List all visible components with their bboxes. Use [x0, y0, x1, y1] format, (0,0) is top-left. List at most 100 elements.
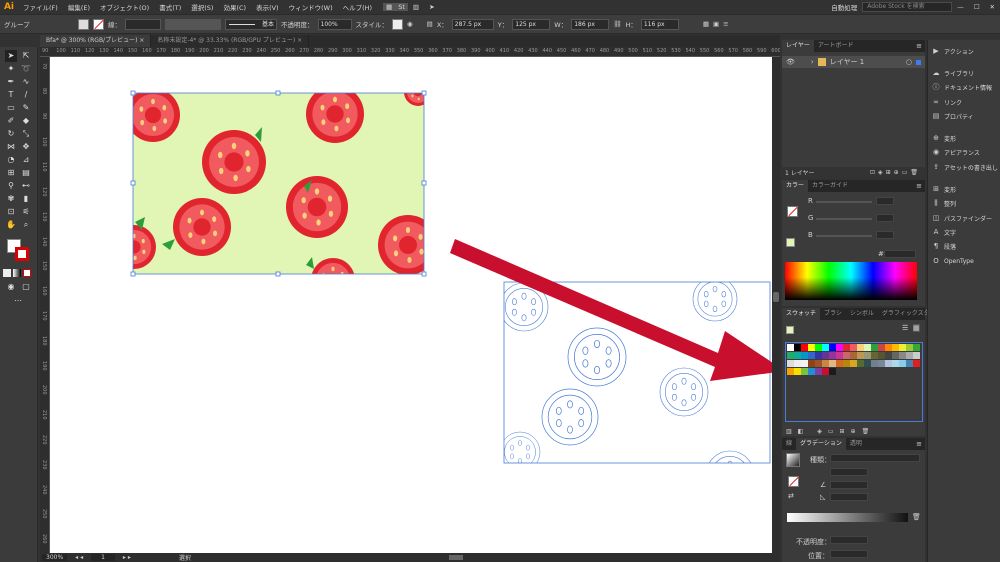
- paintbrush-icon[interactable]: ✎: [20, 102, 32, 114]
- swatch-cell[interactable]: [906, 360, 913, 367]
- width-tool-icon[interactable]: ⋈: [5, 141, 17, 153]
- tab-document-1[interactable]: Bfa* @ 300% (RGB/プレビュー) ×: [40, 35, 152, 47]
- swatch-cell[interactable]: [822, 344, 829, 351]
- tab-artboards[interactable]: アートボード: [814, 40, 858, 52]
- tab-gradient[interactable]: グラデーション: [796, 438, 846, 450]
- maximize-icon[interactable]: ☐: [969, 3, 985, 11]
- swatch-cell[interactable]: [815, 368, 822, 375]
- swatch-cell[interactable]: [815, 344, 822, 351]
- stroke-none-swatch[interactable]: [787, 206, 798, 217]
- swatch-cell[interactable]: [899, 360, 906, 367]
- tab-brushes[interactable]: ブラシ: [820, 308, 846, 320]
- artboard-nav[interactable]: ◂ ◂: [75, 554, 83, 561]
- vertical-scrollbar[interactable]: [772, 57, 780, 553]
- swatch-cell[interactable]: [836, 344, 843, 351]
- hscroll-thumb[interactable]: [448, 555, 463, 560]
- scale-icon[interactable]: ⤡: [20, 128, 32, 140]
- aspect-field[interactable]: [830, 493, 868, 501]
- dock-paragraph[interactable]: ¶ 段落: [932, 240, 956, 252]
- swatch-cell[interactable]: [850, 344, 857, 351]
- panel-menu-icon[interactable]: ≡: [723, 20, 728, 28]
- layer-row[interactable]: 👁 › レイヤー 1 ○: [782, 56, 925, 68]
- shaper-icon[interactable]: ✐: [5, 115, 17, 127]
- angle-field[interactable]: [830, 481, 868, 489]
- swatch-cell[interactable]: [829, 352, 836, 359]
- menu-window[interactable]: ウィンドウ(W): [284, 2, 338, 12]
- dock-links[interactable]: ∞ リンク: [932, 96, 962, 108]
- swatch-cell[interactable]: [843, 344, 850, 351]
- selection-tool-icon[interactable]: ➤: [5, 50, 17, 62]
- swatch-cell[interactable]: [864, 360, 871, 367]
- draw-mode-icon[interactable]: ◉: [5, 281, 17, 293]
- swatch-cell[interactable]: [801, 344, 808, 351]
- current-color-swatch[interactable]: [786, 238, 795, 247]
- dock-pathfinder[interactable]: ◫ パスファインダー: [932, 212, 992, 224]
- graph-tool-icon[interactable]: ▮: [20, 193, 32, 205]
- swatch-cell[interactable]: [829, 344, 836, 351]
- menu-edit[interactable]: 編集(E): [63, 2, 95, 12]
- b-value[interactable]: [876, 231, 894, 239]
- swatch-cell[interactable]: [829, 360, 836, 367]
- layer-name[interactable]: レイヤー 1: [830, 57, 864, 67]
- perspective-icon[interactable]: ⊿: [20, 154, 32, 166]
- none-mode-icon[interactable]: [23, 269, 31, 277]
- arrange-icon[interactable]: ▥: [408, 3, 424, 11]
- y-field[interactable]: 125 px: [512, 18, 551, 30]
- swatch-cell[interactable]: [822, 368, 829, 375]
- chevron-right-icon[interactable]: ›: [811, 58, 814, 66]
- swatch-cell[interactable]: [906, 352, 913, 359]
- list-view-icon[interactable]: ☰: [902, 324, 908, 332]
- artboard-nav-next[interactable]: ▸ ▸: [123, 554, 131, 561]
- swatch-cell[interactable]: [794, 360, 801, 367]
- panel-menu-icon[interactable]: ≡: [916, 182, 925, 190]
- gradient-slider[interactable]: [787, 513, 908, 522]
- line-tool-icon[interactable]: /: [20, 89, 32, 101]
- r-value[interactable]: [876, 197, 894, 205]
- close-icon[interactable]: ✕: [985, 3, 1000, 11]
- swatch-cell[interactable]: [878, 344, 885, 351]
- swatch-cell[interactable]: [892, 352, 899, 359]
- swatch-cell[interactable]: [787, 352, 794, 359]
- canvas[interactable]: [50, 57, 772, 553]
- swatch-cell[interactable]: [787, 360, 794, 367]
- magic-wand-icon[interactable]: ✦: [5, 63, 17, 75]
- gradient-preview[interactable]: [786, 453, 800, 467]
- menu-select[interactable]: 選択(S): [186, 2, 218, 12]
- pen-tool-icon[interactable]: ✒: [5, 76, 17, 88]
- menu-type[interactable]: 書式(T): [154, 2, 186, 12]
- brush-definition[interactable]: 基本: [225, 18, 277, 30]
- g-slider[interactable]: [816, 218, 872, 220]
- panel-menu-icon[interactable]: ≡: [916, 440, 925, 448]
- swatch-cell[interactable]: [885, 344, 892, 351]
- eraser-icon[interactable]: ◆: [20, 115, 32, 127]
- dock-properties[interactable]: ▤ プロパティ: [932, 110, 974, 122]
- stroke-swatch[interactable]: [93, 18, 104, 30]
- rectangle-tool-icon[interactable]: ▭: [5, 102, 17, 114]
- reverse-gradient-icon[interactable]: ⇄: [788, 492, 794, 500]
- swatch-cell[interactable]: [913, 344, 920, 351]
- gradient-tool-icon[interactable]: ▤: [20, 167, 32, 179]
- swatch-cell[interactable]: [829, 368, 836, 375]
- hand-tool-icon[interactable]: ✋: [5, 219, 17, 231]
- blend-icon[interactable]: ⊷: [20, 180, 32, 192]
- tab-layers[interactable]: レイヤー: [782, 40, 814, 52]
- slice-tool-icon[interactable]: ⚟: [20, 206, 32, 218]
- target-icon[interactable]: ○: [906, 58, 912, 66]
- swatch-cell[interactable]: [787, 344, 794, 351]
- swatch-cell[interactable]: [871, 352, 878, 359]
- mesh-icon[interactable]: ⊞: [5, 167, 17, 179]
- screen-mode-icon[interactable]: ▢: [20, 281, 32, 293]
- artboard-tool-icon[interactable]: ⊡: [5, 206, 17, 218]
- selection-indicator[interactable]: [916, 59, 921, 65]
- direct-selection-tool-icon[interactable]: ⇱: [20, 50, 32, 62]
- swatch-cell[interactable]: [801, 360, 808, 367]
- w-field[interactable]: 186 px: [571, 18, 610, 30]
- zoom-field[interactable]: 300%: [42, 554, 68, 561]
- dock-doc-info[interactable]: ⓘ ドキュメント情報: [932, 81, 993, 93]
- swatch-cell[interactable]: [913, 360, 920, 367]
- fill-stroke-toggle[interactable]: [5, 237, 31, 263]
- swatch-cell[interactable]: [787, 368, 794, 375]
- swatch-cell[interactable]: [857, 352, 864, 359]
- swatch-cell[interactable]: [906, 344, 913, 351]
- dock-transform[interactable]: ⊕ 変形: [932, 132, 956, 144]
